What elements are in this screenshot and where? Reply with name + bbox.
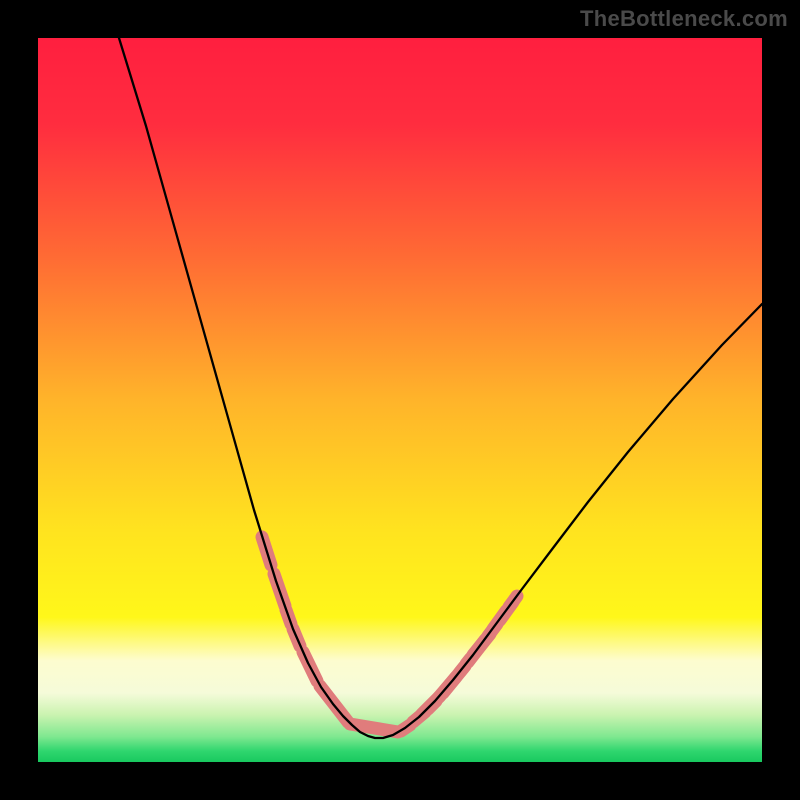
chart-frame: TheBottleneck.com — [0, 0, 800, 800]
marker-dashes — [262, 537, 517, 732]
source-attribution: TheBottleneck.com — [580, 6, 788, 32]
bottleneck-curve — [119, 38, 762, 738]
curve-layer — [38, 38, 762, 762]
plot-area — [38, 38, 762, 762]
